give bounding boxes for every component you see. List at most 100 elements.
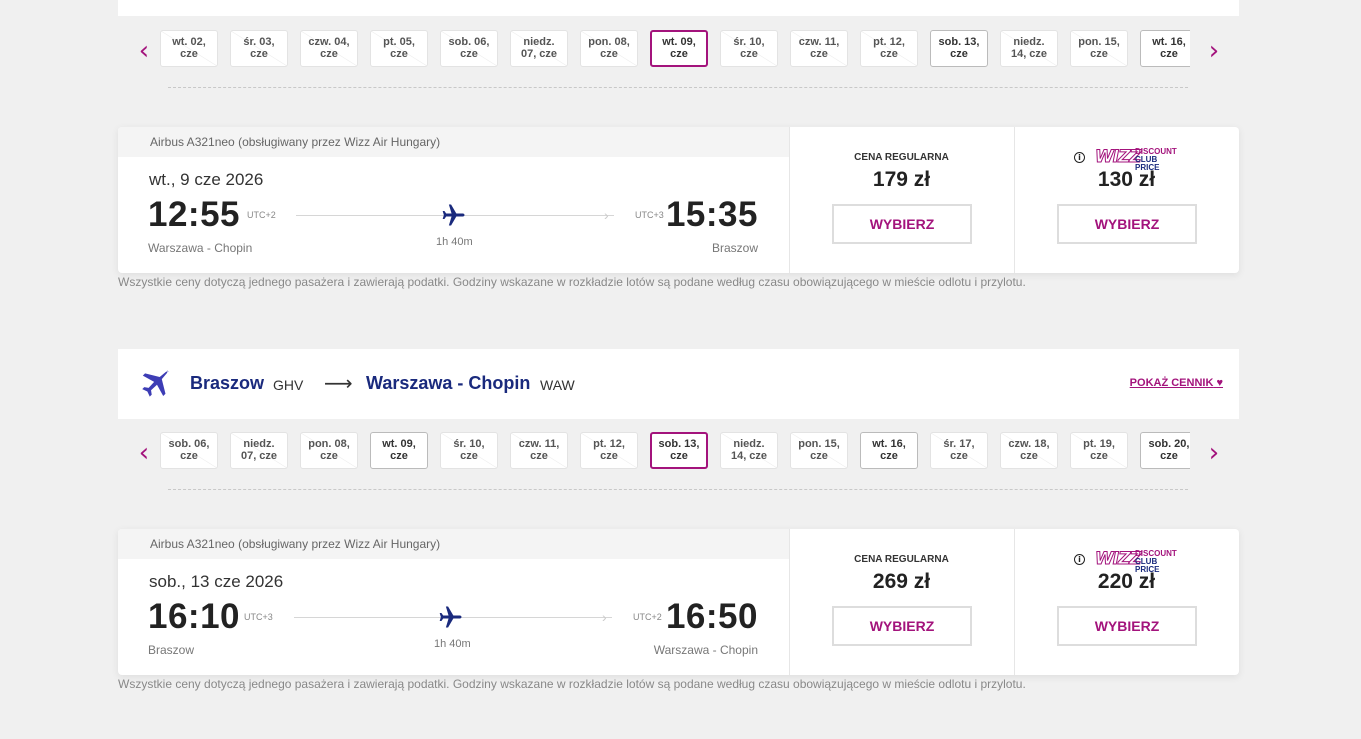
date-option-day: niedz. (733, 438, 765, 450)
fare-divider (1014, 529, 1015, 675)
date-option[interactable]: pon. 15, cze (790, 432, 848, 469)
aircraft-info: Airbus A321neo (obsługiwany przez Wizz A… (118, 127, 789, 157)
date-option-day: śr. 03, (243, 36, 275, 48)
date-option-day: sob. 06, (448, 36, 490, 48)
date-option[interactable]: pt. 19, cze (1070, 432, 1128, 469)
date-option[interactable]: niedz. 14, cze (1000, 30, 1058, 67)
date-option-month: cze (600, 450, 618, 462)
date-option-day: niedz. (1013, 36, 1045, 48)
date-option-day: niedz. (523, 36, 555, 48)
info-icon[interactable]: i (1074, 554, 1085, 565)
date-option[interactable]: sob. 06, cze (160, 432, 218, 469)
date-option[interactable]: czw. 11, cze (790, 30, 848, 67)
date-option-day: czw. 04, (308, 36, 350, 48)
date-option-month: cze (320, 450, 338, 462)
select-wdc-fare-button[interactable]: WYBIERZ (1057, 204, 1197, 244)
date-option[interactable]: wt. 09, cze (370, 432, 428, 469)
select-regular-fare-button[interactable]: WYBIERZ (832, 204, 972, 244)
wizz-discount-club-logo: WIZZ (1095, 549, 1143, 570)
return-dates: sob. 06, cze niedz. 07, cze pon. 08, cze wt. 0… (160, 432, 1190, 470)
route-line-arrow: › (602, 609, 607, 625)
fare-divider (789, 529, 790, 675)
date-option-day: czw. 18, (1008, 438, 1050, 450)
date-option-month: cze (740, 48, 758, 60)
date-option-month: cze (670, 450, 688, 462)
show-price-list-link[interactable]: POKAŻ CENNIK ♥ (1130, 377, 1223, 389)
wdc-fare-price: 130 zł (1097, 168, 1156, 191)
departure-utc: UTC+2 (247, 210, 276, 220)
date-option[interactable]: czw. 11, cze (510, 432, 568, 469)
date-option[interactable]: sob. 20, cze (1140, 432, 1190, 469)
return-date-strip: ‹ sob. 06, cze niedz. 07, cze pon. 08, cze wt.… (118, 432, 1239, 490)
return-flight-card: Airbus A321neo (obsługiwany przez Wizz A… (118, 529, 1239, 675)
date-option[interactable]: niedz. 14, cze (720, 432, 778, 469)
select-wdc-fare-button[interactable]: WYBIERZ (1057, 606, 1197, 646)
date-option-day: śr. 10, (453, 438, 485, 450)
date-option[interactable]: śr. 10, cze (440, 432, 498, 469)
date-option[interactable]: pon. 15, cze (1070, 30, 1128, 67)
date-option[interactable]: sob. 13, cze (930, 30, 988, 67)
wdc-fare-price: 220 zł (1097, 570, 1156, 593)
info-icon[interactable]: i (1074, 152, 1085, 163)
date-option-month: cze (600, 48, 618, 60)
regular-fare-price: 179 zł (872, 168, 931, 191)
date-option[interactable]: śr. 10, cze (720, 30, 778, 67)
date-option[interactable]: niedz. 07, cze (510, 30, 568, 67)
date-option-month: cze (880, 48, 898, 60)
plane-icon (442, 204, 465, 226)
date-option-month: cze (1090, 450, 1108, 462)
return-next-dates-button[interactable]: › (1204, 440, 1224, 466)
date-option-day: pt. 19, (1083, 438, 1115, 450)
aircraft-info: Airbus A321neo (obsługiwany przez Wizz A… (118, 529, 789, 559)
date-option[interactable]: niedz. 07, cze (230, 432, 288, 469)
date-option[interactable]: sob. 06, cze (440, 30, 498, 67)
outbound-date-strip: ‹ wt. 02, cze śr. 03, cze czw. 04, cze pt. 05,… (118, 30, 1239, 88)
date-option[interactable]: wt. 16, cze (1140, 30, 1190, 67)
date-option-day: pon. 15, (1078, 36, 1120, 48)
date-option[interactable]: pt. 05, cze (370, 30, 428, 67)
flight-date: wt., 9 cze 2026 (149, 170, 264, 189)
date-option[interactable]: pt. 12, cze (860, 30, 918, 67)
date-option[interactable]: wt. 02, cze (160, 30, 218, 67)
date-option[interactable]: wt. 16, cze (860, 432, 918, 469)
outbound-dates: wt. 02, cze śr. 03, cze czw. 04, cze pt. 05, cz… (160, 30, 1190, 68)
return-destination-city: Warszawa - Chopin (366, 373, 531, 393)
outbound-next-dates-button[interactable]: › (1204, 38, 1224, 64)
date-option-month: cze (250, 48, 268, 60)
date-option[interactable]: pon. 08, cze (300, 432, 358, 469)
date-option-day: pon. 08, (588, 36, 630, 48)
date-option-day: wt. 16, (872, 438, 906, 450)
return-route-header: Braszow GHV ⟶ Warszawa - Chopin WAW POKA… (118, 349, 1239, 419)
return-origin-code: GHV (273, 377, 304, 393)
outbound-prev-dates-button[interactable]: ‹ (134, 38, 154, 64)
route-arrow-icon: ⟶ (324, 371, 353, 395)
date-option[interactable]: pt. 12, cze (580, 432, 638, 469)
select-regular-fare-button[interactable]: WYBIERZ (832, 606, 972, 646)
return-origin-city: Braszow (190, 373, 265, 393)
arrival-time: 16:50 (665, 597, 758, 636)
date-option[interactable]: pon. 08, cze (580, 30, 638, 67)
wizz-discount-club-logo: WIZZ (1095, 147, 1143, 168)
date-option-day: wt. 09, (662, 36, 696, 48)
date-option[interactable]: śr. 03, cze (230, 30, 288, 67)
date-option[interactable]: wt. 09, cze (650, 30, 708, 67)
date-option-month: cze (530, 450, 548, 462)
date-option-month: 07, cze (520, 48, 558, 60)
date-option-day: śr. 10, (733, 36, 765, 48)
date-option-month: cze (1160, 48, 1178, 60)
date-option[interactable]: czw. 04, cze (300, 30, 358, 67)
flight-duration: 1h 40m (436, 236, 473, 248)
date-option[interactable]: czw. 18, cze (1000, 432, 1058, 469)
return-prev-dates-button[interactable]: ‹ (134, 440, 154, 466)
date-option-day: pon. 15, (798, 438, 840, 450)
route-line-arrow: › (604, 207, 609, 223)
date-option[interactable]: sob. 13, cze (650, 432, 708, 469)
plane-icon (439, 606, 462, 628)
date-option-day: niedz. (243, 438, 275, 450)
date-option-day: wt. 09, (382, 438, 416, 450)
flight-date: sob., 13 cze 2026 (149, 572, 284, 591)
date-option[interactable]: śr. 17, cze (930, 432, 988, 469)
outbound-divider (168, 87, 1188, 88)
date-option-month: 14, cze (1010, 48, 1048, 60)
date-option-day: pon. 08, (308, 438, 350, 450)
